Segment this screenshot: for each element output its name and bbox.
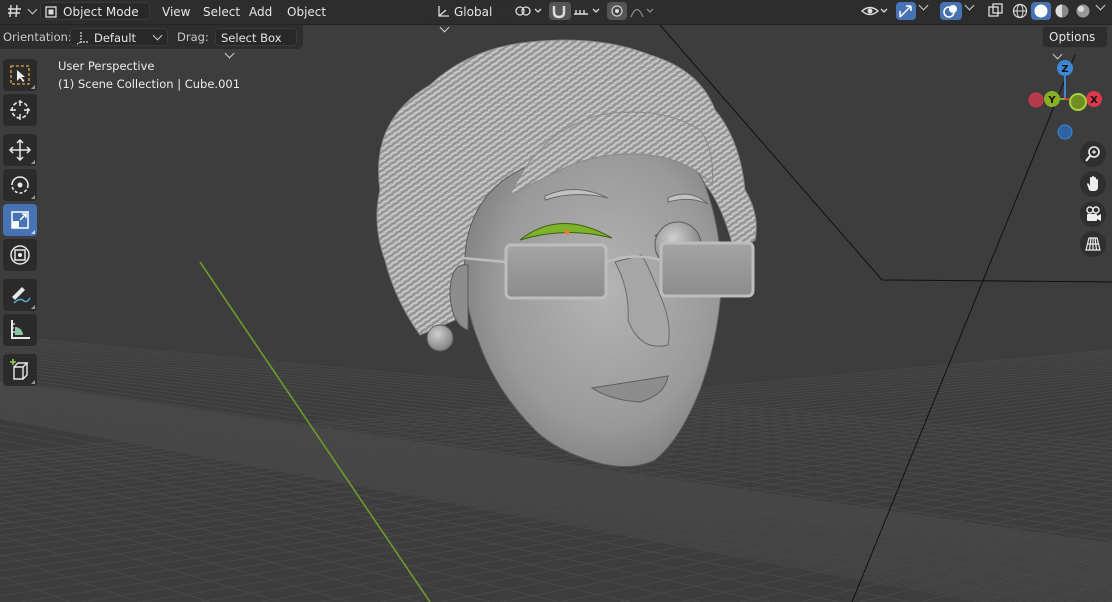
gizmo-neg-z[interactable] (1057, 124, 1073, 140)
gizmo-neg-y[interactable] (1069, 93, 1087, 111)
cursor-icon (10, 100, 30, 120)
overlays-toggle[interactable] (940, 2, 962, 20)
menu-view[interactable]: View (157, 2, 195, 22)
tool-cursor[interactable] (3, 94, 37, 126)
magnifier-icon (1085, 146, 1100, 162)
tool-scale[interactable] (3, 204, 37, 236)
gizmo-arrows-icon (899, 5, 912, 18)
rendered-sphere-icon (1076, 4, 1090, 18)
material-sphere-icon (1055, 4, 1069, 18)
xray-toggle[interactable] (986, 2, 1006, 20)
origin-dot (564, 229, 570, 235)
menu-add[interactable]: Add (244, 2, 277, 22)
navigation-gizmo[interactable]: Z X Y (1024, 56, 1112, 146)
grid-perspective-icon (1085, 237, 1101, 251)
camera-view-button[interactable] (1080, 201, 1106, 227)
orientation-label: Global (454, 5, 493, 19)
gizmo-x-label: X (1090, 95, 1098, 106)
grid-hash-icon (8, 4, 21, 18)
gizmo-y-label: Y (1047, 95, 1056, 106)
tool-move[interactable] (3, 134, 37, 166)
chevron-down-icon (1095, 0, 1106, 11)
menu-select[interactable]: Select (198, 2, 245, 22)
pivot-point-dropdown[interactable] (513, 2, 545, 20)
mode-dropdown[interactable]: Object Mode (40, 2, 150, 33)
mode-label: Object Mode (63, 5, 139, 19)
tool-add-cube[interactable] (3, 354, 37, 386)
transform-icon (10, 245, 30, 265)
options-label: Options (1049, 30, 1096, 44)
add-cube-icon (10, 359, 29, 380)
falloff-curve-icon (630, 8, 654, 18)
object-mode-icon (45, 6, 57, 18)
gizmo-dropdown[interactable] (917, 0, 933, 20)
blender-app: Object Mode View Select Add Object Globa… (0, 0, 1112, 602)
shading-solid[interactable] (1031, 2, 1051, 20)
snap-increment-icon (574, 8, 600, 15)
shading-dropdown[interactable] (1094, 0, 1110, 20)
camera-icon (1086, 206, 1101, 221)
orientation-axes-icon (76, 32, 89, 45)
chevron-down-icon (918, 0, 929, 11)
editor-type-button[interactable] (6, 2, 38, 22)
snap-target-dropdown[interactable] (572, 2, 602, 20)
gizmo-neg-x[interactable] (1028, 92, 1044, 108)
hand-icon (1087, 176, 1098, 191)
tool-measure[interactable] (3, 314, 37, 346)
drag-dropdown[interactable]: Select Box (215, 28, 297, 59)
orientation-dropdown[interactable]: Default (70, 28, 168, 46)
magnet-icon (552, 6, 566, 19)
proportional-editing-toggle[interactable] (607, 2, 627, 20)
pan-view-button[interactable] (1080, 171, 1106, 197)
solid-sphere-icon (1034, 4, 1048, 18)
shading-material[interactable] (1052, 2, 1072, 20)
shading-rendered[interactable] (1073, 2, 1093, 20)
scale-icon (11, 211, 29, 229)
rotate-icon (11, 176, 29, 194)
orientation-axes-icon (438, 6, 449, 17)
viewport-header: Object Mode View Select Add Object Globa… (0, 0, 1112, 33)
proportional-falloff-dropdown[interactable] (629, 2, 659, 20)
tool-transform[interactable] (3, 239, 37, 271)
overlays-circles-icon (943, 5, 957, 18)
pivot-link-icon (515, 6, 542, 16)
drag-label: Drag: (177, 30, 209, 44)
proportional-circle-icon (611, 5, 623, 17)
wireframe-sphere-icon (1012, 3, 1028, 19)
options-dropdown[interactable]: Options (1042, 26, 1108, 60)
orientation-label: Orientation: (3, 30, 72, 44)
select-box-icon (10, 65, 30, 85)
measure-ruler-icon (11, 320, 30, 339)
eye-icon (860, 6, 888, 16)
tool-select-box[interactable] (3, 59, 37, 91)
tool-annotate[interactable] (3, 279, 37, 311)
snap-toggle[interactable] (549, 2, 571, 20)
orientation-value: Default (94, 31, 137, 45)
view-perspective-label: User Perspective (58, 59, 155, 73)
xray-squares-icon (988, 3, 1003, 17)
move-icon (8, 138, 32, 162)
gizmo-toggle[interactable] (896, 2, 916, 20)
transform-orientation-dropdown[interactable]: Global (431, 2, 507, 33)
glasses-right-lens (659, 241, 755, 298)
gizmo-z-label: Z (1061, 64, 1068, 75)
glasses-left-lens (504, 243, 608, 300)
toggle-ortho-button[interactable] (1080, 231, 1106, 257)
shading-wireframe[interactable] (1010, 2, 1030, 20)
scene-collection-label: (1) Scene Collection | Cube.001 (58, 77, 241, 91)
zoom-view-button[interactable] (1080, 141, 1106, 167)
menu-object[interactable]: Object (282, 2, 331, 22)
overlays-dropdown[interactable] (963, 0, 979, 20)
tool-settings-bar: Orientation: Default Drag: Select Box (0, 25, 303, 59)
tool-rotate[interactable] (3, 169, 37, 201)
drag-value: Select Box (221, 31, 282, 45)
chevron-down-icon (964, 0, 975, 11)
visibility-dropdown[interactable] (860, 2, 890, 20)
annotate-pencil-icon (12, 287, 31, 304)
